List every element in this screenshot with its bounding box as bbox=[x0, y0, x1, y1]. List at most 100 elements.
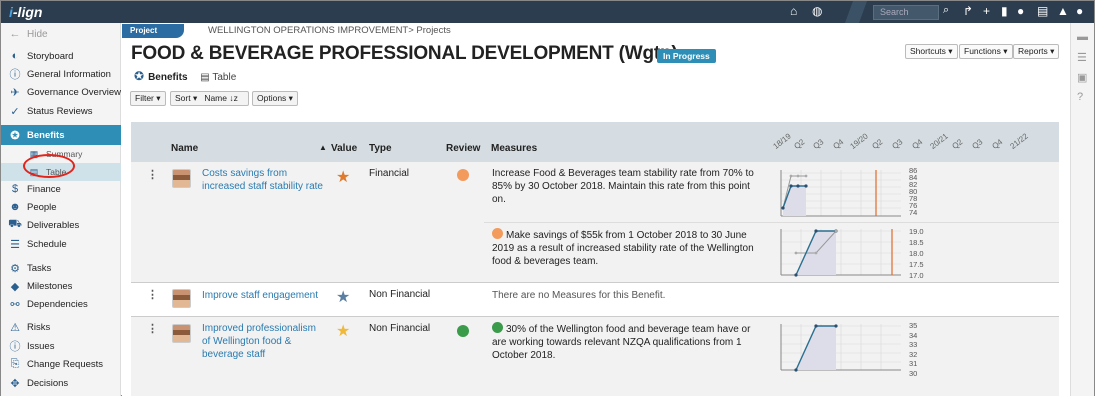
add-icon[interactable]: + bbox=[983, 4, 990, 18]
milestones-icon: ◆ bbox=[10, 280, 20, 293]
benefits-icon: ✪ bbox=[134, 69, 145, 83]
column-type[interactable]: Type bbox=[369, 143, 392, 154]
bell-icon[interactable]: ▲ bbox=[1057, 4, 1069, 18]
measure-sparkline bbox=[780, 170, 901, 217]
comment-icon[interactable]: ▬ bbox=[1077, 31, 1088, 43]
quarter-label: Q3 bbox=[970, 137, 985, 151]
sidebar-item-change-requests[interactable]: ⎘ Change Requests bbox=[1, 355, 121, 373]
deliverables-icon: ⛟ bbox=[8, 218, 22, 230]
star-icon: ★ bbox=[336, 289, 351, 306]
bookmark-icon[interactable]: ▮ bbox=[1001, 4, 1008, 18]
search-input[interactable]: Search bbox=[873, 5, 939, 20]
sidebar-item-issues[interactable]: ⓘ Issues bbox=[1, 337, 121, 355]
storyboard-icon: ◐ bbox=[11, 50, 19, 62]
document-icon[interactable]: ▤ bbox=[1037, 4, 1048, 18]
sidebar-item-milestones[interactable]: ◆ Milestones bbox=[1, 277, 121, 295]
sort-asc-icon[interactable]: ▲ bbox=[319, 143, 327, 152]
chat-icon[interactable]: ● bbox=[1017, 4, 1024, 18]
functions-button[interactable]: Functions ▾ bbox=[959, 44, 1013, 59]
table-row[interactable]: ⋮ Improve staff engagement ★ Non Financi… bbox=[131, 282, 1059, 317]
right-toolbar: ▬ ☰ ▣ ? bbox=[1070, 23, 1094, 396]
sidebar-item-risks[interactable]: ⚠ Risks bbox=[1, 318, 121, 336]
quarter-label: Q4 bbox=[831, 137, 846, 151]
quarter-label: Q4 bbox=[990, 137, 1005, 151]
quarter-label: Q3 bbox=[811, 137, 826, 151]
sidebar-item-dependencies[interactable]: ⚯ Dependencies bbox=[1, 295, 121, 313]
home-icon[interactable]: ⌂ bbox=[790, 4, 797, 18]
table-row[interactable]: ⋮ Improved professionalism of Wellington… bbox=[131, 317, 1059, 396]
sidebar-item-deliverables[interactable]: ⛟ Deliverables bbox=[1, 216, 121, 234]
column-name[interactable]: Name bbox=[171, 143, 198, 154]
avatar bbox=[172, 289, 191, 308]
benefit-name-link[interactable]: Costs savings from increased staff stabi… bbox=[202, 167, 327, 193]
sidebar-item-governance-overview[interactable]: ✈ Governance Overview bbox=[1, 83, 121, 101]
row-menu-icon[interactable]: ⋮ bbox=[147, 168, 158, 181]
people-icon: ☻ bbox=[9, 201, 21, 213]
options-button[interactable]: Options ▾ bbox=[252, 91, 298, 106]
share-icon[interactable]: ↱ bbox=[963, 4, 973, 18]
sidebar-item-schedule[interactable]: ☰ Schedule bbox=[1, 235, 121, 253]
row-menu-icon[interactable]: ⋮ bbox=[147, 288, 158, 301]
measure-status-dot bbox=[492, 228, 503, 239]
benefit-name-link[interactable]: Improved professionalism of Wellington f… bbox=[202, 322, 327, 361]
sidebar-item-tasks[interactable]: ⚙ Tasks bbox=[1, 259, 121, 277]
project-tab[interactable]: Project bbox=[122, 24, 184, 38]
main-content: Project WELLINGTON OPERATIONS IMPROVEMEN… bbox=[122, 23, 1070, 396]
sidebar-item-storyboard[interactable]: ◐ Storyboard bbox=[1, 47, 121, 65]
sidebar-item-benefits[interactable]: ✪ Benefits bbox=[1, 125, 121, 145]
column-value[interactable]: Value bbox=[331, 143, 357, 154]
sidebar-item-status-reviews[interactable]: ✓ Status Reviews bbox=[1, 102, 121, 120]
breadcrumb[interactable]: WELLINGTON OPERATIONS IMPROVEMENT> Proje… bbox=[208, 25, 451, 36]
dollar-icon: $ bbox=[11, 183, 19, 195]
lock-icon[interactable]: ▣ bbox=[1077, 71, 1087, 84]
avatar bbox=[172, 169, 191, 188]
quarter-label: 18/19 bbox=[771, 131, 793, 151]
sidebar-item-finance[interactable]: $ Finance bbox=[1, 180, 121, 198]
sidebar-item-general-information[interactable]: ⓘ General Information bbox=[1, 65, 121, 83]
benefits-icon: ✪ bbox=[10, 129, 20, 142]
risks-icon: ⚠ bbox=[10, 321, 20, 334]
sidebar: ← Hide ◐ Storyboard ⓘ General Information ✈… bbox=[1, 23, 121, 396]
table-icon: ▤ bbox=[200, 72, 210, 83]
arrow-left-icon: ← bbox=[9, 28, 21, 40]
measure-text: Make savings of $55k from 1 October 2018… bbox=[492, 228, 754, 267]
benefit-type: Financial bbox=[369, 168, 410, 179]
quarter-label: 19/20 bbox=[848, 131, 870, 151]
filter-button[interactable]: Filter ▾ bbox=[130, 91, 166, 106]
column-measures[interactable]: Measures bbox=[491, 143, 537, 154]
list-icon[interactable]: ☰ bbox=[1077, 51, 1087, 64]
sidebar-item-people[interactable]: ☻ People bbox=[1, 198, 121, 216]
benefit-name-link[interactable]: Improve staff engagement bbox=[202, 289, 327, 302]
dependencies-icon: ⚯ bbox=[10, 298, 20, 311]
app-logo[interactable]: i-lign bbox=[9, 4, 42, 20]
table-row[interactable]: ⋮ Costs savings from increased staff sta… bbox=[131, 162, 1059, 282]
benefit-type: Non Financial bbox=[369, 323, 431, 334]
page-title: FOOD & BEVERAGE PROFESSIONAL DEVELOPMENT… bbox=[131, 43, 678, 64]
review-status-dot bbox=[457, 325, 469, 337]
row-menu-icon[interactable]: ⋮ bbox=[147, 322, 158, 335]
column-review[interactable]: Review bbox=[446, 143, 480, 154]
quarter-label: 20/21 bbox=[928, 131, 950, 151]
hide-sidebar-button[interactable]: ← Hide bbox=[1, 25, 121, 43]
sort-button[interactable]: Sort ▾ Name ↓z bbox=[170, 91, 249, 106]
sort-order-icon: ↓z bbox=[229, 93, 238, 103]
y-axis-labels: 35 34 33 32 31 30 bbox=[909, 321, 918, 378]
tasks-icon: ⚙ bbox=[10, 262, 20, 275]
reports-button[interactable]: Reports ▾ bbox=[1013, 44, 1060, 59]
quarter-label: Q4 bbox=[910, 137, 925, 151]
quarter-label: Q2 bbox=[870, 137, 885, 151]
user-icon[interactable]: ● bbox=[1076, 4, 1083, 18]
star-icon: ★ bbox=[336, 169, 351, 186]
y-axis-labels: 86 84 82 80 78 76 74 bbox=[909, 166, 918, 217]
benefits-table: Name ▲ Value Type Review Measures 18/19 … bbox=[131, 122, 1059, 396]
no-measures-text: There are no Measures for this Benefit. bbox=[492, 290, 666, 301]
quarter-label: Q3 bbox=[890, 137, 905, 151]
measure-text: 30% of the Wellington food and beverage … bbox=[492, 322, 751, 361]
sidebar-item-decisions[interactable]: ✥ Decisions bbox=[1, 374, 121, 392]
globe-icon[interactable]: ◍ bbox=[812, 4, 822, 18]
shortcuts-button[interactable]: Shortcuts ▾ bbox=[905, 44, 958, 59]
help-icon[interactable]: ? bbox=[1077, 91, 1083, 103]
view-label[interactable]: ▤ Table bbox=[200, 72, 236, 83]
section-title: Benefits bbox=[148, 72, 188, 83]
search-icon[interactable]: ⌕ bbox=[943, 4, 949, 17]
